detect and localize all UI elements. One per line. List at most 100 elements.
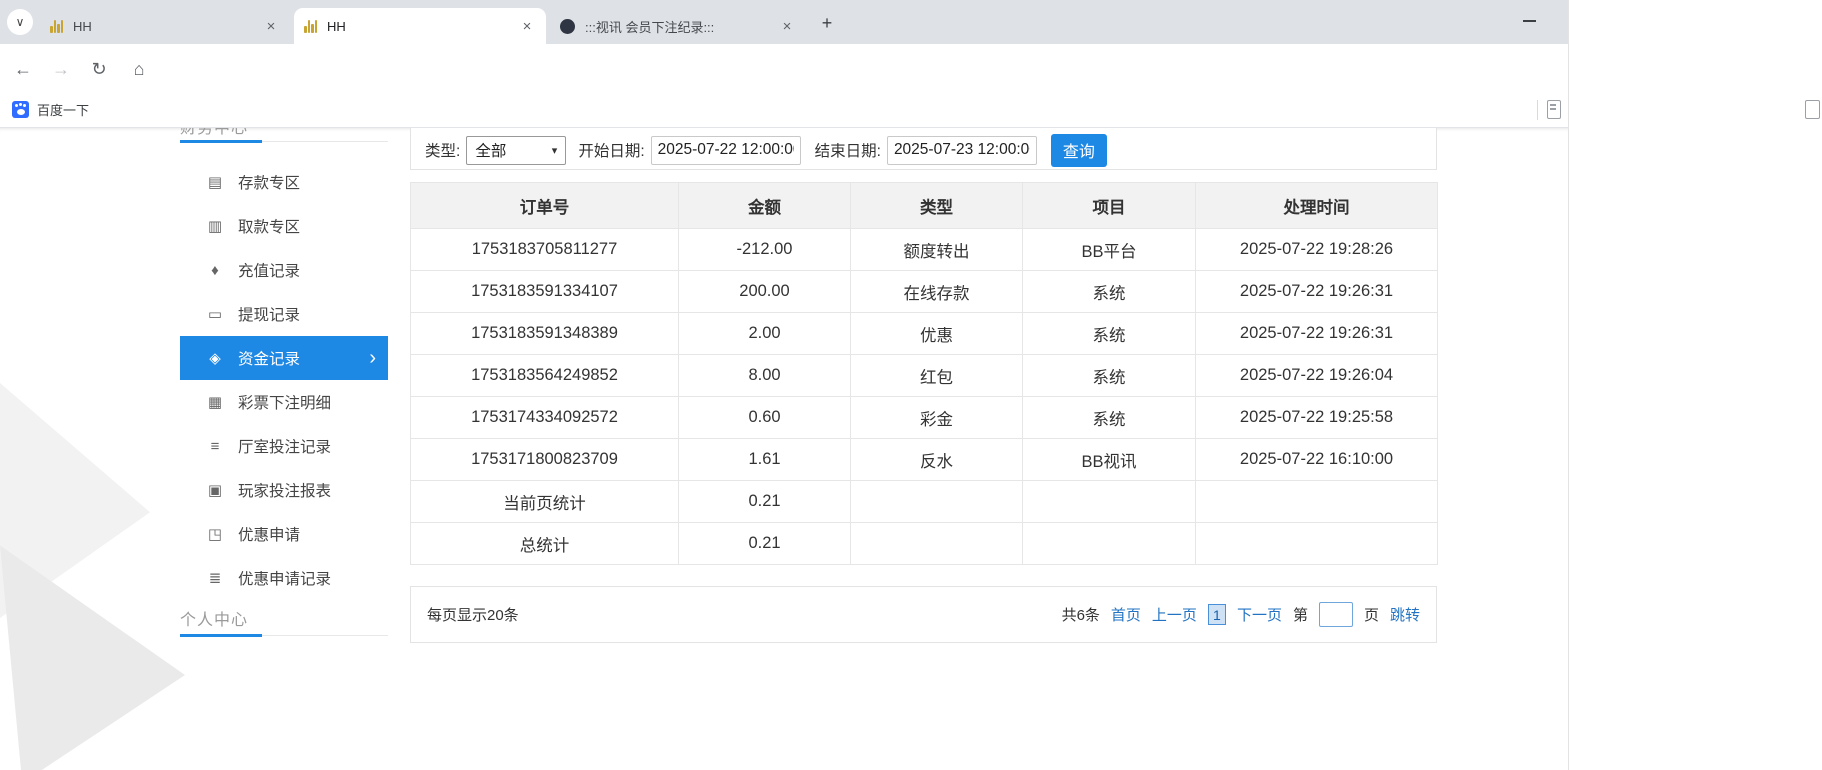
cell-project: 系统 bbox=[1022, 354, 1196, 397]
sidebar-item-label: 玩家投注报表 bbox=[238, 483, 332, 500]
bookmarks-panel-icon[interactable] bbox=[1547, 100, 1561, 119]
bookmark-label: 百度一下 bbox=[37, 103, 90, 118]
cell-type: 反水 bbox=[850, 438, 1023, 481]
cell-type: 红包 bbox=[850, 354, 1023, 397]
cell-amount: 0.60 bbox=[678, 396, 851, 439]
baidu-favicon bbox=[12, 101, 29, 118]
dropdown-arrow-icon: ▾ bbox=[551, 144, 558, 157]
player-bet-report-icon: ▣ bbox=[207, 482, 223, 499]
sidebar-item-label: 资金记录 bbox=[238, 351, 301, 368]
sidebar-item-recharge-records[interactable]: ♦ 充值记录 bbox=[180, 248, 388, 292]
start-date-label: 开始日期: bbox=[578, 143, 645, 160]
cell-amount: 0.21 bbox=[678, 522, 851, 565]
reload-button[interactable]: ↻ bbox=[86, 56, 112, 82]
new-tab-button[interactable]: + bbox=[814, 10, 840, 36]
promo-apply-record-icon: ≣ bbox=[208, 570, 222, 587]
cell-order: 1753174334092572 bbox=[410, 396, 679, 439]
tab-search-button[interactable]: ∨ bbox=[7, 9, 33, 35]
minimize-button[interactable] bbox=[1500, 0, 1558, 42]
cell-time: 2025-07-22 19:25:58 bbox=[1195, 396, 1438, 439]
funds-record-icon: ◈ bbox=[209, 350, 221, 367]
sidebar-section-finance: 财务中心 bbox=[180, 128, 249, 137]
current-page-badge[interactable]: 1 bbox=[1207, 604, 1226, 625]
prev-page-link[interactable]: 上一页 bbox=[1152, 604, 1197, 625]
next-page-link[interactable]: 下一页 bbox=[1237, 604, 1282, 625]
sidebar-item-player-bet-report[interactable]: ▣ 玩家投注报表 bbox=[180, 468, 388, 512]
sidebar-item-label: 优惠申请记录 bbox=[238, 571, 332, 588]
sidebar-item-funds-records[interactable]: ◈ 资金记录 › bbox=[180, 336, 388, 380]
lottery-bet-detail-icon: ▦ bbox=[207, 394, 223, 411]
sidebar-item-promo-apply[interactable]: ◳ 优惠申请 bbox=[180, 512, 388, 556]
hh-favicon bbox=[50, 19, 63, 33]
cell-order: 1753183705811277 bbox=[410, 228, 679, 271]
sidebar-item-label: 厅室投注记录 bbox=[238, 439, 332, 456]
sidebar-item-withdrawal-records[interactable]: ▭ 提现记录 bbox=[180, 292, 388, 336]
cell-amount: 200.00 bbox=[678, 270, 851, 313]
forward-button[interactable]: → bbox=[48, 56, 74, 82]
type-select-value: 全部 bbox=[475, 143, 507, 160]
records-table: 订单号 金额 类型 项目 处理时间 1753183705811277 -212.… bbox=[410, 182, 1438, 565]
tab-close-icon[interactable]: × bbox=[778, 17, 796, 35]
bookmarks-bar: 百度一下 bbox=[0, 92, 1568, 128]
cell-order: 当前页统计 bbox=[410, 480, 679, 523]
jump-link[interactable]: 跳转 bbox=[1390, 604, 1420, 625]
table-row: 1753183591348389 2.00 优惠 系统 2025-07-22 1… bbox=[410, 312, 1438, 355]
plus-icon: + bbox=[821, 12, 833, 33]
col-header-project: 项目 bbox=[1022, 182, 1196, 229]
section-underline bbox=[180, 634, 262, 637]
cell-amount: -212.00 bbox=[678, 228, 851, 271]
cell-order: 1753183591348389 bbox=[410, 312, 679, 355]
end-date-input[interactable] bbox=[886, 135, 1037, 165]
tab-hh-1[interactable]: HH × bbox=[40, 8, 290, 44]
tab-hh-2-active[interactable]: HH × bbox=[294, 8, 546, 44]
first-page-link[interactable]: 首页 bbox=[1111, 604, 1141, 625]
sidebar-item-label: 充值记录 bbox=[238, 263, 301, 280]
sidebar-item-label: 彩票下注明细 bbox=[238, 395, 332, 412]
tab-close-icon[interactable]: × bbox=[262, 17, 280, 35]
minimize-icon bbox=[1522, 20, 1536, 22]
sidebar-item-label: 取款专区 bbox=[238, 219, 301, 236]
end-date-label: 结束日期: bbox=[814, 143, 881, 160]
col-header-type: 类型 bbox=[850, 182, 1023, 229]
cell-project: 系统 bbox=[1022, 270, 1196, 313]
bookmark-baidu[interactable]: 百度一下 bbox=[12, 100, 89, 119]
hh-favicon bbox=[304, 19, 317, 33]
col-header-amount: 金额 bbox=[678, 182, 851, 229]
cell-order: 1753183564249852 bbox=[410, 354, 679, 397]
cell-amount: 8.00 bbox=[678, 354, 851, 397]
sidebar-item-hall-bet-records[interactable]: ≡ 厅室投注记录 bbox=[180, 424, 388, 468]
cell-amount: 0.21 bbox=[678, 480, 851, 523]
type-select[interactable]: 全部 ▾ bbox=[466, 135, 567, 165]
cell-time: 2025-07-22 16:10:00 bbox=[1195, 438, 1438, 481]
page-jump-input[interactable] bbox=[1318, 602, 1353, 627]
cell-project: 系统 bbox=[1022, 312, 1196, 355]
browser-window: ∨ HH × HH × :::视讯 会员下注纪录::: × + ← → ↻ ⌂ … bbox=[0, 0, 1568, 770]
cell-type: 优惠 bbox=[850, 312, 1023, 355]
query-button[interactable]: 查询 bbox=[1050, 133, 1107, 167]
sidebar-item-promo-apply-records[interactable]: ≣ 优惠申请记录 bbox=[180, 556, 388, 600]
start-date-input[interactable] bbox=[650, 135, 801, 165]
sidebar-item-lottery-bet-details[interactable]: ▦ 彩票下注明细 bbox=[180, 380, 388, 424]
page-content: 财务中心 ▤ 存款专区 ▥ 取款专区 ♦ 充值记录 ▭ 提现记录 ◈ 资金记录 … bbox=[0, 128, 1568, 770]
home-button[interactable]: ⌂ bbox=[126, 56, 152, 82]
sidebar-item-withdraw-zone[interactable]: ▥ 取款专区 bbox=[180, 204, 388, 248]
cell-type bbox=[850, 480, 1023, 523]
recharge-record-icon: ♦ bbox=[211, 261, 219, 279]
sidebar-item-deposit-zone[interactable]: ▤ 存款专区 bbox=[180, 160, 388, 204]
cell-time bbox=[1195, 522, 1438, 565]
cell-time: 2025-07-22 19:26:31 bbox=[1195, 270, 1438, 313]
cell-order: 1753171800823709 bbox=[410, 438, 679, 481]
tab-video-records[interactable]: :::视讯 会员下注纪录::: × bbox=[550, 8, 806, 44]
tab-strip: ∨ HH × HH × :::视讯 会员下注纪录::: × + bbox=[0, 0, 1568, 44]
chevron-down-icon: ∨ bbox=[15, 15, 25, 29]
jump-label-pre: 第 bbox=[1292, 607, 1308, 624]
back-button[interactable]: ← bbox=[10, 56, 36, 82]
per-page-text: 每页显示20条 bbox=[427, 607, 519, 624]
filter-bar: 类型: 全部 ▾ 开始日期: 结束日期: 查询 bbox=[410, 128, 1437, 170]
screen: ∨ HH × HH × :::视讯 会员下注纪录::: × + ← → ↻ ⌂ … bbox=[0, 0, 1822, 770]
tab-close-icon[interactable]: × bbox=[518, 17, 536, 35]
cell-amount: 2.00 bbox=[678, 312, 851, 355]
table-header-row: 订单号 金额 类型 项目 处理时间 bbox=[410, 182, 1438, 229]
cell-type: 在线存款 bbox=[850, 270, 1023, 313]
table-row: 1753183705811277 -212.00 额度转出 BB平台 2025-… bbox=[410, 228, 1438, 271]
